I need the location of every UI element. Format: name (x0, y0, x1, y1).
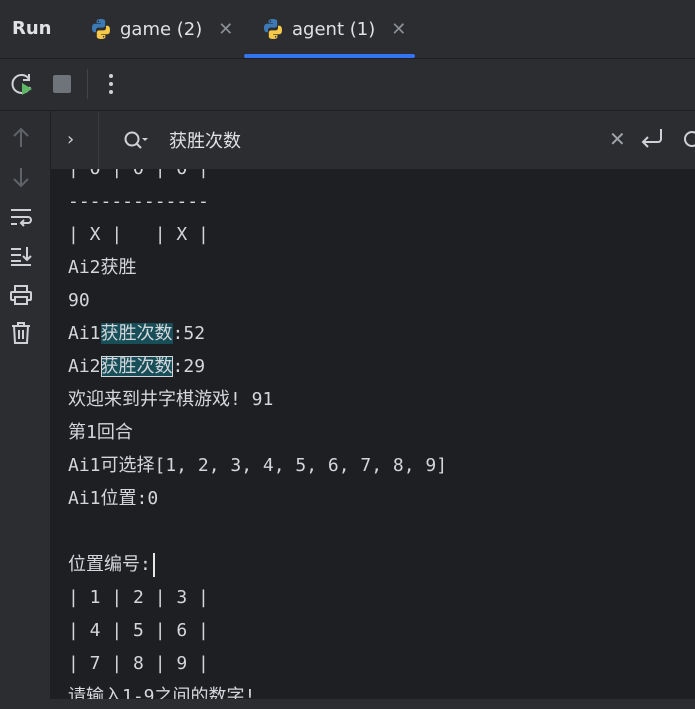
stop-button[interactable] (49, 71, 75, 97)
console-lines: | O | O | O | ------------- | X | | X | Ai2… (68, 169, 447, 709)
tab-agent[interactable]: agent (1) ✕ (262, 0, 406, 58)
print-icon (10, 285, 32, 305)
console-line: Ai1获胜次数:52 (68, 317, 447, 350)
console-line: | 7 | 8 | 9 | (68, 647, 447, 680)
more-vertical-icon (109, 74, 113, 94)
toolbar-separator (87, 69, 88, 99)
console-line: 位置编号: (68, 548, 447, 581)
current-search-match: 获胜次数 (100, 356, 173, 377)
console-text: | 1 | 2 | 3 | (68, 587, 209, 608)
soft-wrap-button[interactable] (8, 204, 34, 230)
console-line: Ai1位置:0 (68, 482, 447, 515)
console-text: Ai1可选择[1, 2, 3, 4, 5, 6, 7, 8, 9] (68, 455, 448, 476)
close-icon[interactable]: ✕ (218, 19, 233, 40)
console-text: Ai1位置:0 (68, 488, 159, 509)
console-line: ------------- (68, 185, 447, 218)
console-line: 90 (68, 284, 447, 317)
console-line: | 1 | 2 | 3 | (68, 581, 447, 614)
next-occurrence-button[interactable] (8, 164, 34, 190)
console-line: 第1回合 (68, 416, 447, 449)
run-tab-bar: Run game (2) ✕ agent (1) ✕ (0, 0, 695, 59)
console-text: Ai2获胜 (68, 257, 137, 278)
rerun-icon (11, 74, 32, 95)
console-text: 欢迎来到井字棋游戏! 91 (68, 389, 274, 410)
clear-all-button[interactable] (8, 320, 34, 346)
console-search-bar: › ✕ (51, 111, 695, 170)
console-line: Ai1可选择[1, 2, 3, 4, 5, 6, 7, 8, 9] (68, 449, 447, 482)
scroll-to-end-icon (11, 247, 32, 266)
console-text: | X | | X | (68, 224, 209, 245)
new-line-icon[interactable] (639, 125, 665, 153)
search-icon[interactable] (123, 129, 149, 153)
run-toolbar (0, 59, 695, 111)
arrow-down-icon (13, 168, 29, 188)
console-text: Ai1 (68, 323, 101, 344)
scroll-to-end-button[interactable] (8, 243, 34, 269)
previous-occurrence-button[interactable] (8, 125, 34, 151)
search-match: 获胜次数 (100, 323, 173, 344)
console-text: 位置编号: (68, 554, 151, 575)
console-text: 第1回合 (68, 422, 133, 443)
console-text: | 7 | 8 | 9 | (68, 653, 209, 674)
more-options-button[interactable] (98, 71, 124, 97)
python-icon (92, 19, 110, 39)
trash-icon (12, 322, 30, 344)
soft-wrap-icon (11, 209, 32, 227)
tab-label: agent (1) (292, 18, 376, 40)
clear-search-icon[interactable]: ✕ (609, 127, 626, 151)
console-line: Ai2获胜次数:29 (68, 350, 447, 383)
console-output[interactable]: | O | O | O | ------------- | X | | X | Ai2… (51, 169, 695, 709)
console-text: Ai2 (68, 356, 101, 377)
arrow-up-icon (13, 127, 29, 147)
console-text: :29 (172, 356, 206, 377)
search-divider (98, 111, 99, 169)
expand-replace-icon[interactable]: › (67, 129, 74, 150)
console-line: | X | | X | (68, 218, 447, 251)
search-history-icon[interactable] (679, 128, 695, 152)
console-line: | O | O | O | (68, 169, 447, 185)
console-text: 90 (68, 290, 90, 311)
python-icon (264, 19, 282, 39)
close-icon[interactable]: ✕ (391, 19, 406, 40)
console-text: :52 (172, 323, 206, 344)
console-line: | 4 | 5 | 6 | (68, 614, 447, 647)
rerun-button[interactable] (9, 71, 35, 97)
console-line: 欢迎来到井字棋游戏! 91 (68, 383, 447, 416)
run-tool-window: Run game (2) ✕ agent (1) ✕ › 获胜次数 ✕ ----… (0, 0, 695, 709)
run-title: Run (12, 18, 52, 39)
status-strip (0, 699, 695, 709)
active-tab-indicator (244, 54, 415, 58)
console-side-toolbar (0, 111, 51, 709)
text-caret (152, 553, 155, 577)
tab-label: game (2) (120, 18, 203, 40)
search-input[interactable] (169, 126, 589, 154)
console-text: | O | O | O | (68, 169, 209, 179)
print-button[interactable] (8, 282, 34, 308)
console-text: | 4 | 5 | 6 | (68, 620, 209, 641)
console-line: Ai2获胜 (68, 251, 447, 284)
console-text: ------------- (68, 191, 209, 212)
tab-game[interactable]: game (2) ✕ (90, 0, 233, 58)
stop-icon (53, 75, 71, 93)
